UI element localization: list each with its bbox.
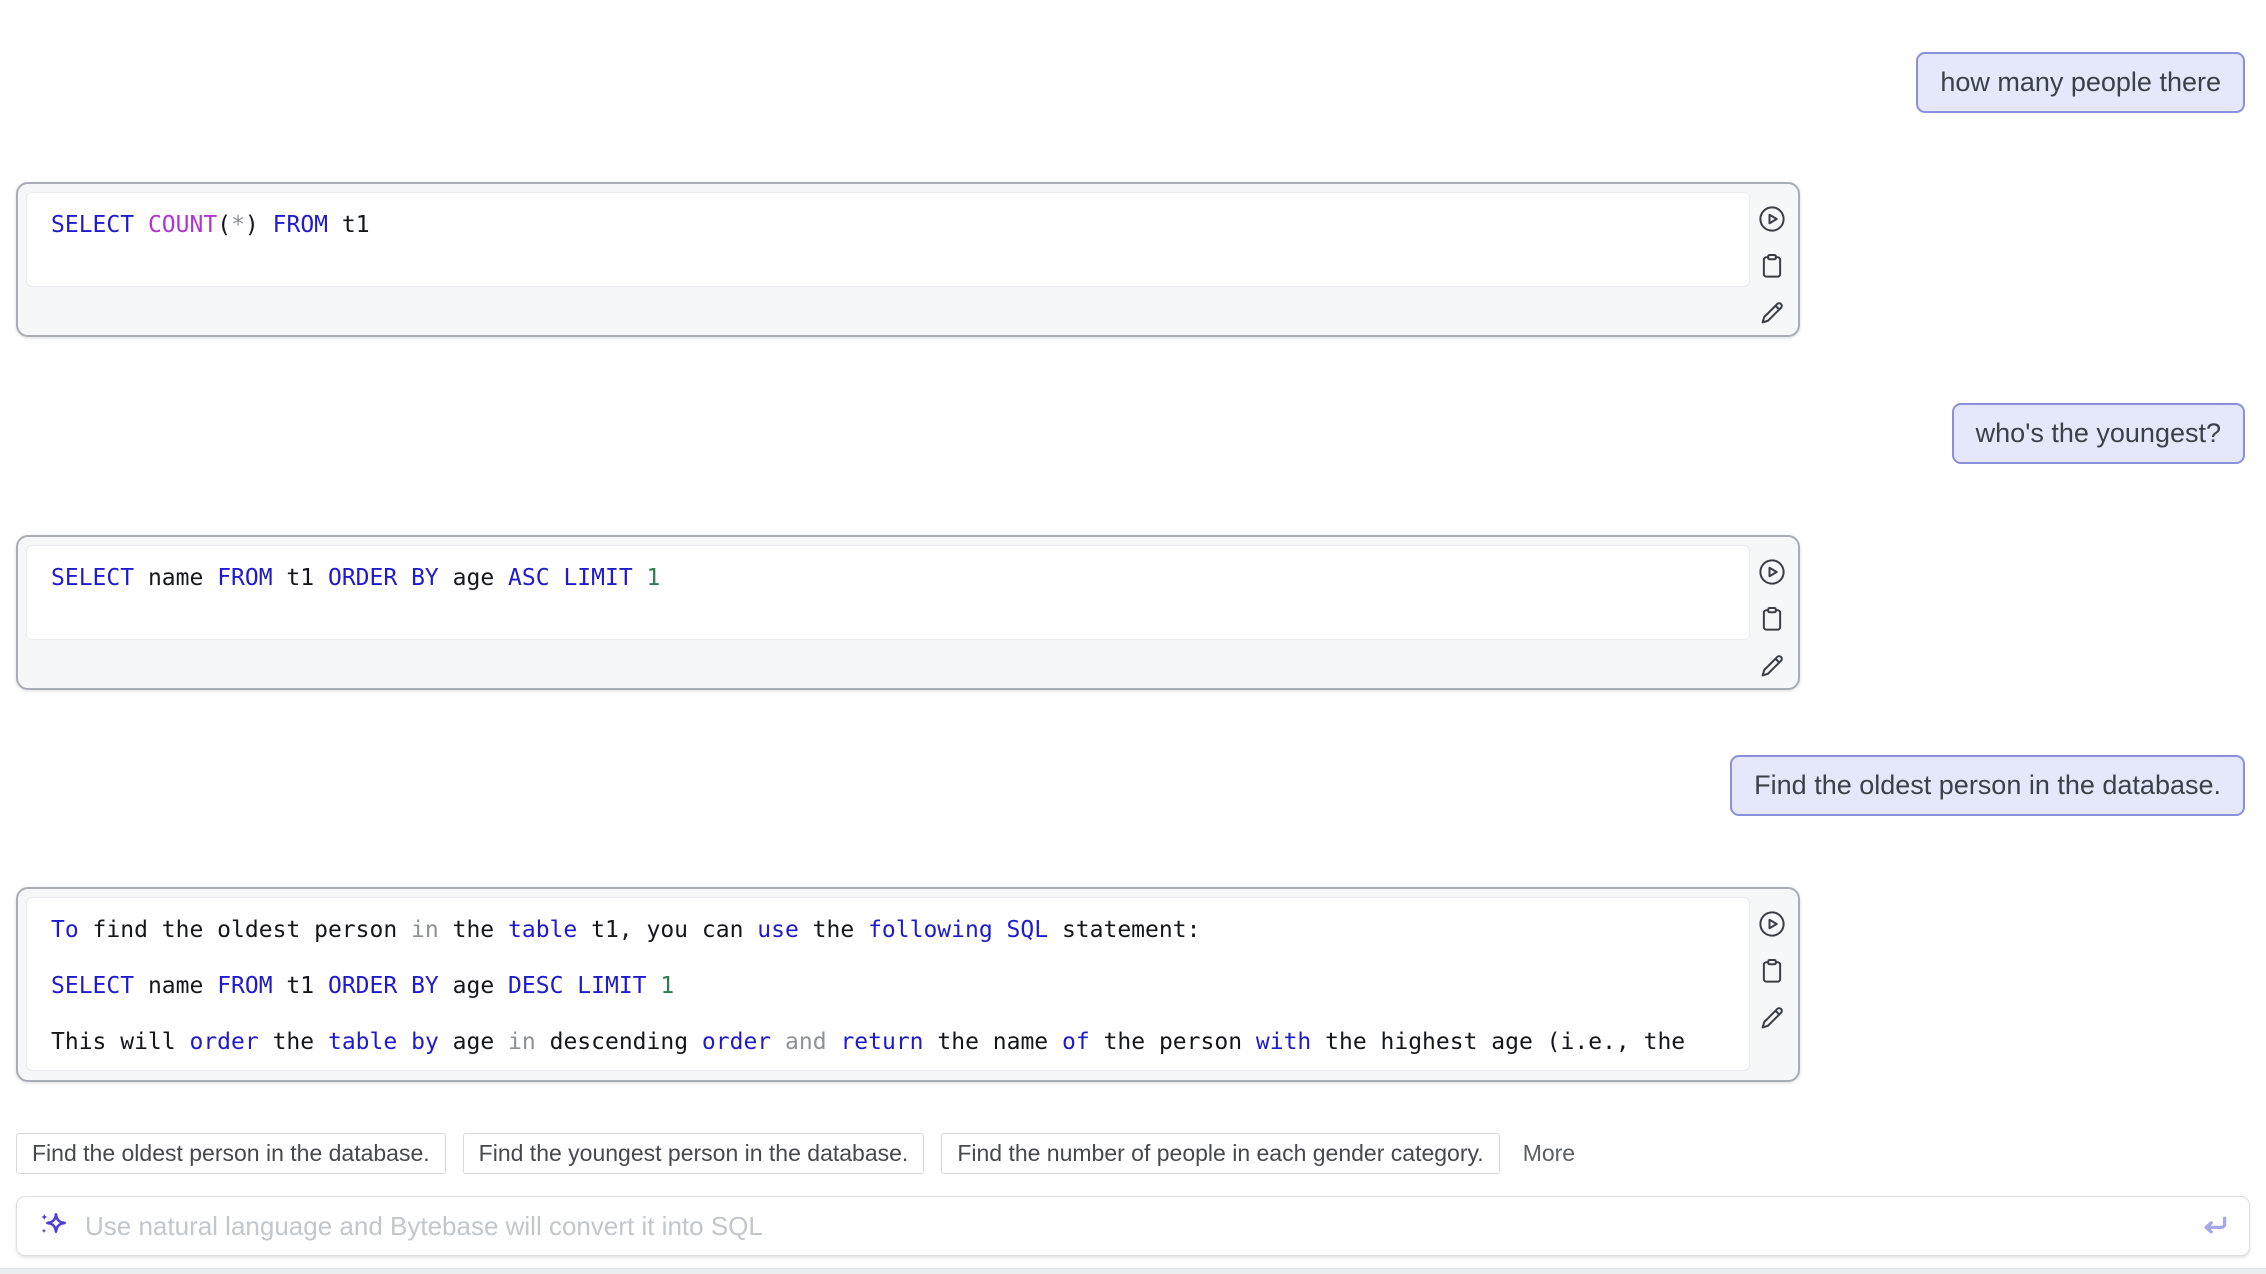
edit-sql-button[interactable]: [1757, 1003, 1787, 1033]
more-suggestions-link[interactable]: More: [1523, 1140, 1575, 1167]
pencil-icon: [1757, 651, 1787, 681]
copy-sql-button[interactable]: [1757, 251, 1787, 281]
assistant-sql-card: SELECT COUNT(*) FROM t1: [16, 182, 1800, 337]
assistant-sql-card: SELECT name FROM t1 ORDER BY age ASC LIM…: [16, 535, 1800, 690]
ai-chat-panel: how many people there SELECT COUNT(*) FR…: [0, 0, 2266, 1274]
play-circle-icon: [1757, 204, 1787, 234]
user-message-bubble: who's the youngest?: [1952, 403, 2245, 464]
edit-sql-button[interactable]: [1757, 651, 1787, 681]
run-query-button[interactable]: [1757, 909, 1787, 939]
sql-code-area[interactable]: To find the oldest person in the table t…: [26, 897, 1750, 1071]
edit-sql-button[interactable]: [1757, 298, 1787, 328]
clipboard-icon: [1757, 251, 1787, 281]
user-message-bubble: Find the oldest person in the database.: [1730, 755, 2245, 816]
sql-code-area[interactable]: SELECT COUNT(*) FROM t1: [26, 192, 1750, 287]
play-circle-icon: [1757, 557, 1787, 587]
return-arrow-icon[interactable]: [2197, 1209, 2231, 1243]
play-circle-icon: [1757, 909, 1787, 939]
copy-sql-button[interactable]: [1757, 604, 1787, 634]
sql-card-actions: [1757, 204, 1787, 328]
clipboard-icon: [1757, 956, 1787, 986]
sql-card-actions: [1757, 557, 1787, 681]
bottom-panel-edge: [0, 1268, 2266, 1274]
copy-sql-button[interactable]: [1757, 956, 1787, 986]
suggestion-chip-oldest[interactable]: Find the oldest person in the database.: [16, 1133, 446, 1174]
sql-code-area[interactable]: SELECT name FROM t1 ORDER BY age ASC LIM…: [26, 545, 1750, 640]
suggestion-chip-gender-count[interactable]: Find the number of people in each gender…: [941, 1133, 1499, 1174]
assistant-sql-card: To find the oldest person in the table t…: [16, 887, 1800, 1082]
clipboard-icon: [1757, 604, 1787, 634]
user-message-bubble: how many people there: [1916, 52, 2245, 113]
run-query-button[interactable]: [1757, 557, 1787, 587]
nl-to-sql-input-bar: [16, 1196, 2250, 1256]
pencil-icon: [1757, 298, 1787, 328]
run-query-button[interactable]: [1757, 204, 1787, 234]
suggestion-chip-youngest[interactable]: Find the youngest person in the database…: [463, 1133, 925, 1174]
suggestion-row: Find the oldest person in the database. …: [16, 1133, 1575, 1174]
pencil-icon: [1757, 1003, 1787, 1033]
sparkles-icon: [35, 1208, 71, 1244]
natural-language-input[interactable]: [85, 1211, 2183, 1242]
sql-card-actions: [1757, 909, 1787, 1033]
